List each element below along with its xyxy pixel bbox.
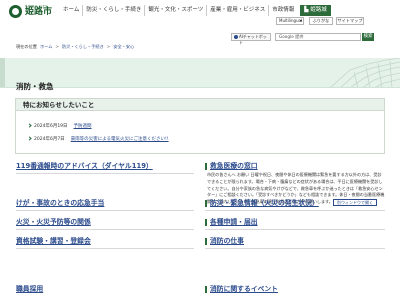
divider xyxy=(16,173,194,174)
section-fire-prevention: 火災・火災予防等の関係 xyxy=(16,217,194,230)
site-logo[interactable]: HIMEJI CITY 姫路市 xyxy=(9,4,52,18)
divider xyxy=(205,229,385,230)
ai-chatbot-label: AIチャットボット xyxy=(239,34,267,45)
new-window-badge: 別ウィンドウで開く xyxy=(333,199,377,206)
nav-living[interactable]: 防災・くらし・手続き xyxy=(82,5,144,16)
breadcrumb-living[interactable]: 防災・くらし・手続き xyxy=(62,44,104,51)
divider xyxy=(205,210,385,211)
section-applications: 各種申請・届出 xyxy=(205,217,385,230)
section-link[interactable]: 119番通報時のアドバイス（ダイヤル119） xyxy=(16,161,153,171)
site-header: HIMEJI CITY 姫路市 ホーム 防災・くらし・手続き 観光・文化・スポー… xyxy=(0,0,400,30)
nav-citygov[interactable]: 市政情報 xyxy=(268,5,297,16)
logo-title: 姫路市 xyxy=(25,7,53,17)
search-button[interactable]: 検索 xyxy=(362,33,374,41)
breadcrumb-current-label: 現在の位置 xyxy=(16,44,37,49)
section-119-advice: 119番通報時のアドバイス（ダイヤル119） xyxy=(16,161,194,174)
breadcrumb-separator: > xyxy=(55,44,59,49)
notice-date: 2024年6月7日 xyxy=(34,137,65,142)
language-select[interactable]: Multilingual xyxy=(276,17,304,25)
section-marker xyxy=(205,219,207,226)
notice-link[interactable]: 豪雨等の災害による電気火災にご注意ください!! xyxy=(71,137,169,142)
notice-heading: 特にお知らせしたいこと xyxy=(16,99,384,111)
section-fire-work: 消防の仕事 xyxy=(205,236,385,249)
castle-label: 姫路城 xyxy=(310,7,327,13)
nav-tourism[interactable]: 観光・文化・スポーツ xyxy=(144,5,206,16)
chatbot-icon xyxy=(234,35,238,39)
section-link[interactable]: 救急医療の窓口 xyxy=(210,161,258,171)
section-link[interactable]: 火災・火災予防等の関係 xyxy=(16,217,91,227)
nav-home[interactable]: ホーム xyxy=(60,5,82,16)
arrow-bullet-icon xyxy=(27,135,32,141)
section-marker xyxy=(205,200,207,207)
notice-item: 2024年6月7日 豪雨等の災害による電気火災にご注意ください!! xyxy=(27,135,169,143)
castle-wall-decoration xyxy=(330,58,400,87)
divider xyxy=(205,248,385,249)
section-exams: 資格試験・講習・登録会 xyxy=(16,236,194,249)
page-title: 消防・救急 xyxy=(16,82,54,91)
global-nav: ホーム 防災・くらし・手続き 観光・文化・スポーツ 産業・雇用・ビジネス 市政情… xyxy=(60,5,331,16)
breadcrumb-separator: > xyxy=(106,44,111,49)
section-link[interactable]: 職員採用 xyxy=(16,284,43,294)
nav-business[interactable]: 産業・雇用・ビジネス xyxy=(206,5,268,16)
sitemap-button[interactable]: サイトマップ xyxy=(336,17,364,25)
divider xyxy=(16,229,194,230)
section-marker xyxy=(205,286,207,293)
notice-item: 2024年6月19日 予防週間 xyxy=(27,122,92,130)
section-link[interactable]: 消防に関するイベント xyxy=(210,284,278,294)
section-link[interactable]: 各種申請・届出 xyxy=(210,217,258,227)
section-link[interactable]: 資格試験・講習・登録会 xyxy=(16,236,91,246)
title-band xyxy=(0,58,400,88)
search-input[interactable]: Google 提供 xyxy=(275,33,361,41)
breadcrumb-home[interactable]: ホーム xyxy=(40,44,52,51)
section-link[interactable]: 消防の仕事 xyxy=(210,236,244,246)
section-recruitment: 職員採用 xyxy=(16,284,194,296)
important-notice-box: 特にお知らせしたいこと 2024年6月19日 予防週間 2024年6月7日 豪雨等の… xyxy=(15,98,385,154)
ai-chatbot-button[interactable]: AIチャットボット xyxy=(231,33,271,45)
arrow-bullet-icon xyxy=(27,122,32,128)
breadcrumb-safety[interactable]: 安全・安心 xyxy=(113,44,134,51)
notice-date: 2024年6月19日 xyxy=(34,124,68,129)
section-marker xyxy=(205,163,207,170)
section-first-aid: けが・事故のときの応急手当 xyxy=(16,198,194,211)
notice-link[interactable]: 予防週間 xyxy=(74,124,92,129)
section-marker xyxy=(205,238,207,245)
breadcrumb: 現在の位置 ホーム > 防災・くらし・手続き > 安全・安心 xyxy=(16,44,137,51)
furigana-button[interactable]: ふりがな xyxy=(309,17,333,25)
divider xyxy=(16,210,194,211)
city-emblem-icon xyxy=(9,4,22,18)
section-link[interactable]: けが・事故のときの応急手当 xyxy=(16,198,104,208)
section-fire-events: 消防に関するイベント xyxy=(205,284,385,296)
nav-castle[interactable]: ▙ 姫路城 xyxy=(300,5,331,16)
section-link[interactable]: 防災・緊急情報（火災の発生状況） xyxy=(210,198,319,208)
divider xyxy=(16,248,194,249)
